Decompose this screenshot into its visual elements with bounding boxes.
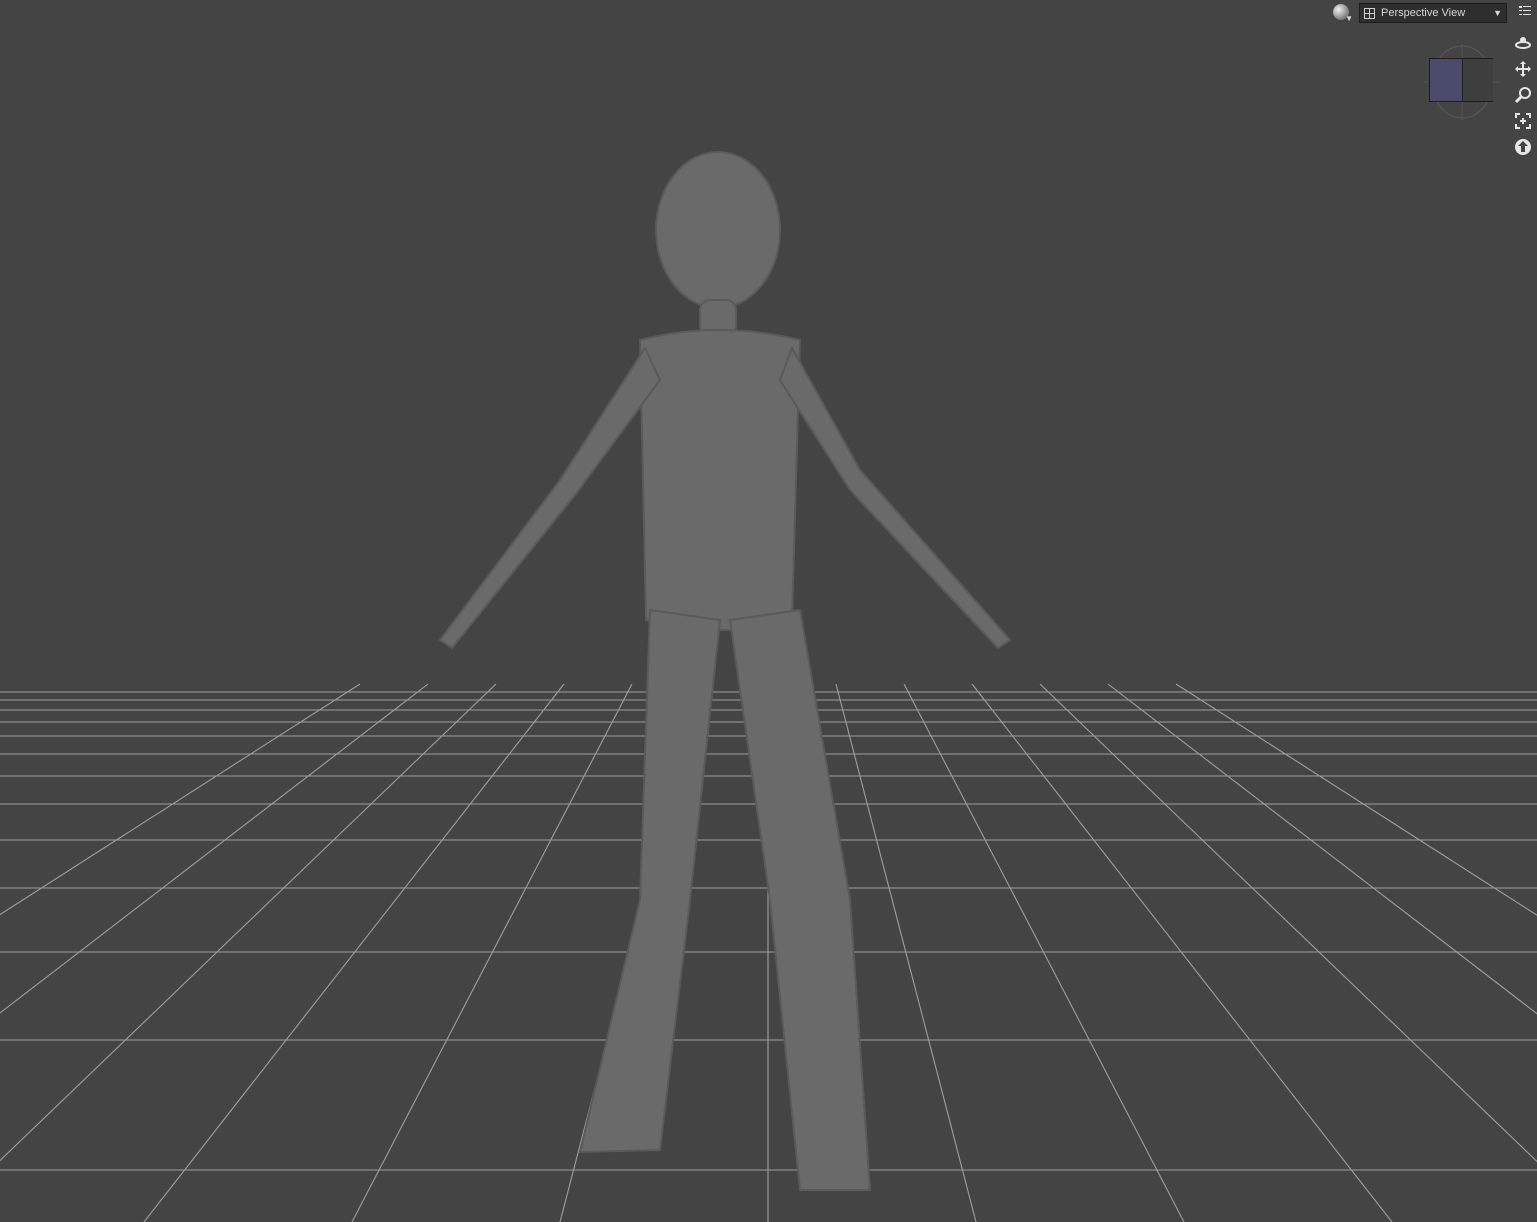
- viewport-header: ▼ Perspective View ▼: [1331, 3, 1507, 23]
- orbit-tool[interactable]: [1512, 30, 1534, 56]
- placeholder-left-arm: [438, 345, 662, 650]
- view-cube-face[interactable]: [1429, 58, 1493, 102]
- placeholder-head: [655, 151, 781, 309]
- frame-icon: [1515, 113, 1531, 129]
- view-cube[interactable]: [1424, 42, 1500, 120]
- zoom-tool[interactable]: [1512, 82, 1534, 108]
- placeholder-torso: [638, 329, 802, 631]
- scene-model-placeholder[interactable]: [0, 0, 1537, 1222]
- menu-list-icon: [1519, 6, 1531, 15]
- dropdown-triangle-icon: ▼: [1345, 14, 1353, 23]
- reset-view-icon: [1515, 139, 1531, 155]
- pan-tool[interactable]: [1512, 56, 1534, 82]
- orbit-icon: [1515, 37, 1531, 49]
- draw-style-button[interactable]: ▼: [1331, 3, 1353, 23]
- view-cube-front-face[interactable]: [1430, 59, 1463, 101]
- camera-view-icon: [1364, 7, 1375, 19]
- 3d-viewport[interactable]: ▼ Perspective View ▼: [0, 0, 1537, 1222]
- navigation-tools: [1512, 30, 1534, 160]
- pan-icon: [1515, 61, 1531, 77]
- frame-tool[interactable]: [1512, 108, 1534, 134]
- placeholder-right-leg: [728, 608, 872, 1191]
- placeholder-left-leg: [578, 608, 722, 1154]
- view-cube-side-face[interactable]: [1463, 59, 1493, 101]
- camera-selector[interactable]: Perspective View ▼: [1359, 3, 1507, 23]
- placeholder-right-arm: [778, 345, 1012, 650]
- reset-view-tool[interactable]: [1512, 134, 1534, 160]
- camera-selector-label: Perspective View: [1381, 7, 1466, 19]
- chevron-down-icon: ▼: [1493, 8, 1502, 18]
- zoom-icon: [1514, 87, 1531, 104]
- viewport-menu-button[interactable]: [1517, 4, 1533, 20]
